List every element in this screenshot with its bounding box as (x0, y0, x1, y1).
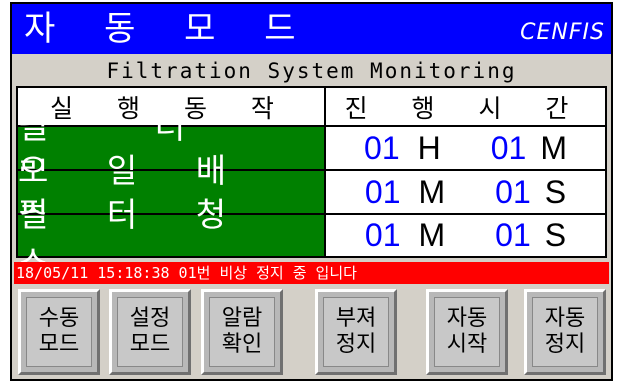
time-unit-2: S (544, 217, 567, 253)
header-time: 진 행 시 간 (326, 88, 605, 125)
button-label-line2: 모드 (38, 332, 80, 357)
alarm-ack-button[interactable]: 알람 확인 (201, 289, 283, 375)
action-cell-filter-clean: 필 터 청 소 (18, 195, 324, 282)
time-cell-oil-drain: 01 M 01 S (326, 171, 605, 213)
button-label-line1: 부져 (335, 306, 377, 331)
button-label-line1: 알람 (221, 306, 263, 331)
button-label-line1: 자동 (544, 306, 586, 331)
buzzer-stop-button[interactable]: 부져 정지 (315, 289, 397, 375)
time-value-1: 01 (364, 217, 401, 253)
time-unit-2: M (540, 129, 567, 166)
title-bar: 자 동 모 드 CENFIS (12, 4, 611, 54)
settings-mode-button-face: 설정 모드 (117, 297, 183, 367)
alarm-ack-button-face: 알람 확인 (209, 297, 275, 367)
buzzer-stop-button-face: 부져 정지 (323, 297, 389, 367)
alarm-status-bar: 18/05/11 15:18:38 01번 비상 정지 중 입니다 (14, 262, 609, 284)
time-unit-2: S (544, 173, 567, 210)
auto-stop-button-face: 자동 정지 (532, 297, 598, 367)
time-value-1: 01 (364, 173, 401, 210)
button-label-line1: 수동 (38, 306, 80, 331)
button-label-line2: 정지 (544, 332, 586, 357)
button-label-line1: 설정 (129, 306, 171, 331)
header-time-label: 진 행 시 간 (344, 93, 587, 123)
time-value-2: 01 (490, 129, 527, 166)
time-value-1: 01 (364, 129, 400, 166)
time-unit-1: M (418, 217, 446, 253)
hmi-screen: 자 동 모 드 CENFIS Filtration System Monitor… (0, 0, 622, 383)
time-unit-1: H (417, 129, 441, 166)
button-label-line2: 모드 (129, 332, 171, 357)
hmi-frame: 자 동 모 드 CENFIS Filtration System Monitor… (10, 2, 613, 381)
time-value-2: 01 (495, 173, 531, 210)
manual-mode-button-face: 수동 모드 (26, 297, 92, 367)
button-label-line2: 확인 (221, 332, 263, 357)
time-unit-1: M (418, 173, 446, 210)
time-cell-filtering: 01 H 01 M (326, 127, 605, 169)
button-label-line2: 정지 (335, 332, 377, 357)
auto-start-button[interactable]: 자동 시작 (426, 289, 508, 375)
brand-logo-text: CENFIS (520, 20, 605, 45)
button-label-line1: 자동 (446, 306, 488, 331)
settings-mode-button[interactable]: 설정 모드 (109, 289, 191, 375)
button-label-line2: 시작 (446, 332, 488, 357)
time-cell-filter-clean: 01 M 01 S (326, 215, 605, 256)
time-value-2: 01 (495, 217, 531, 253)
auto-stop-button[interactable]: 자동 정지 (524, 289, 606, 375)
auto-start-button-face: 자동 시작 (434, 297, 500, 367)
page-title: 자 동 모 드 (24, 9, 315, 49)
system-subtitle: Filtration System Monitoring (106, 59, 517, 83)
manual-mode-button[interactable]: 수동 모드 (18, 289, 100, 375)
process-table: 실 행 동 작 진 행 시 간 필 터 링 01 H 01 M 오 일 배 출 … (16, 86, 607, 282)
